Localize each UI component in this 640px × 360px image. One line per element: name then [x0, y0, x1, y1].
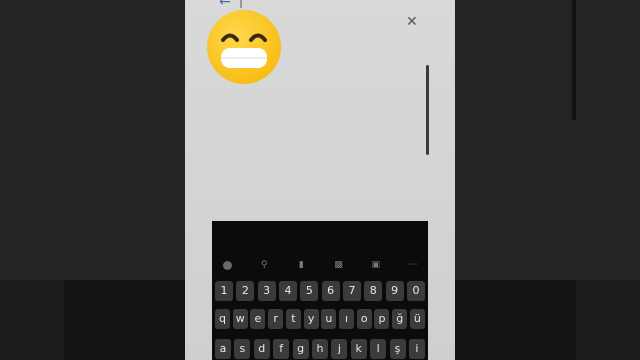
key-f[interactable]: f	[273, 339, 290, 359]
key-4[interactable]: 4	[278, 281, 297, 301]
on-screen-keyboard: ⚲ ▮ ▩ ▣ ⋯ 1234567890 qwertyuıopğü asdfgh…	[212, 221, 428, 360]
key-ı[interactable]: ı	[339, 309, 355, 329]
more-icon[interactable]: ⋯	[406, 258, 420, 272]
letter-row-q: qwertyuıopğü	[215, 309, 425, 329]
key-ü[interactable]: ü	[409, 309, 425, 329]
key-a[interactable]: a	[215, 339, 231, 359]
key-1[interactable]: 1	[215, 281, 233, 301]
search-icon[interactable]: ⚲	[257, 258, 271, 272]
key-6[interactable]: 6	[321, 281, 340, 301]
grinning-face-emoji	[207, 10, 281, 84]
blurred-scrollbar	[572, 0, 576, 120]
key-y[interactable]: y	[303, 309, 319, 329]
back-arrow-icon[interactable]: ←	[219, 0, 231, 10]
number-row: 1234567890	[215, 281, 425, 301]
clipboard-icon[interactable]: ▩	[332, 258, 346, 272]
key-w[interactable]: w	[232, 309, 248, 329]
close-icon[interactable]: ✕	[406, 14, 418, 30]
scrollbar[interactable]	[426, 65, 429, 155]
key-2[interactable]: 2	[236, 281, 255, 301]
key-q[interactable]: q	[215, 309, 230, 329]
key-t[interactable]: t	[285, 309, 301, 329]
key-0[interactable]: 0	[406, 281, 425, 301]
key-3[interactable]: 3	[257, 281, 276, 301]
key-r[interactable]: r	[268, 309, 284, 329]
key-p[interactable]: p	[374, 309, 390, 329]
key-i[interactable]: i	[408, 339, 425, 359]
key-d[interactable]: d	[253, 339, 270, 359]
key-l[interactable]: l	[370, 339, 387, 359]
key-g[interactable]: g	[292, 339, 309, 359]
key-7[interactable]: 7	[342, 281, 361, 301]
key-9[interactable]: 9	[385, 281, 404, 301]
keyboard-toolbar: ⚲ ▮ ▩ ▣ ⋯	[212, 255, 428, 275]
phone-screen: ← ✕ ⚲ ▮ ▩ ▣ ⋯ 1234567890 qwertyuıopğü as…	[185, 0, 455, 360]
key-s[interactable]: s	[234, 339, 251, 359]
key-e[interactable]: e	[250, 309, 266, 329]
key-u[interactable]: u	[321, 309, 337, 329]
key-k[interactable]: k	[350, 339, 367, 359]
key-8[interactable]: 8	[364, 281, 383, 301]
emoji-icon[interactable]	[220, 258, 234, 272]
letter-row-a: asdfghjklşi	[215, 339, 425, 359]
key-ğ[interactable]: ğ	[392, 309, 408, 329]
mic-icon[interactable]: ▮	[294, 258, 308, 272]
keyboard-settings-icon[interactable]: ▣	[369, 258, 383, 272]
key-o[interactable]: o	[356, 309, 372, 329]
key-h[interactable]: h	[311, 339, 328, 359]
divider	[240, 0, 242, 8]
key-j[interactable]: j	[331, 339, 348, 359]
key-ş[interactable]: ş	[389, 339, 406, 359]
key-5[interactable]: 5	[300, 281, 319, 301]
